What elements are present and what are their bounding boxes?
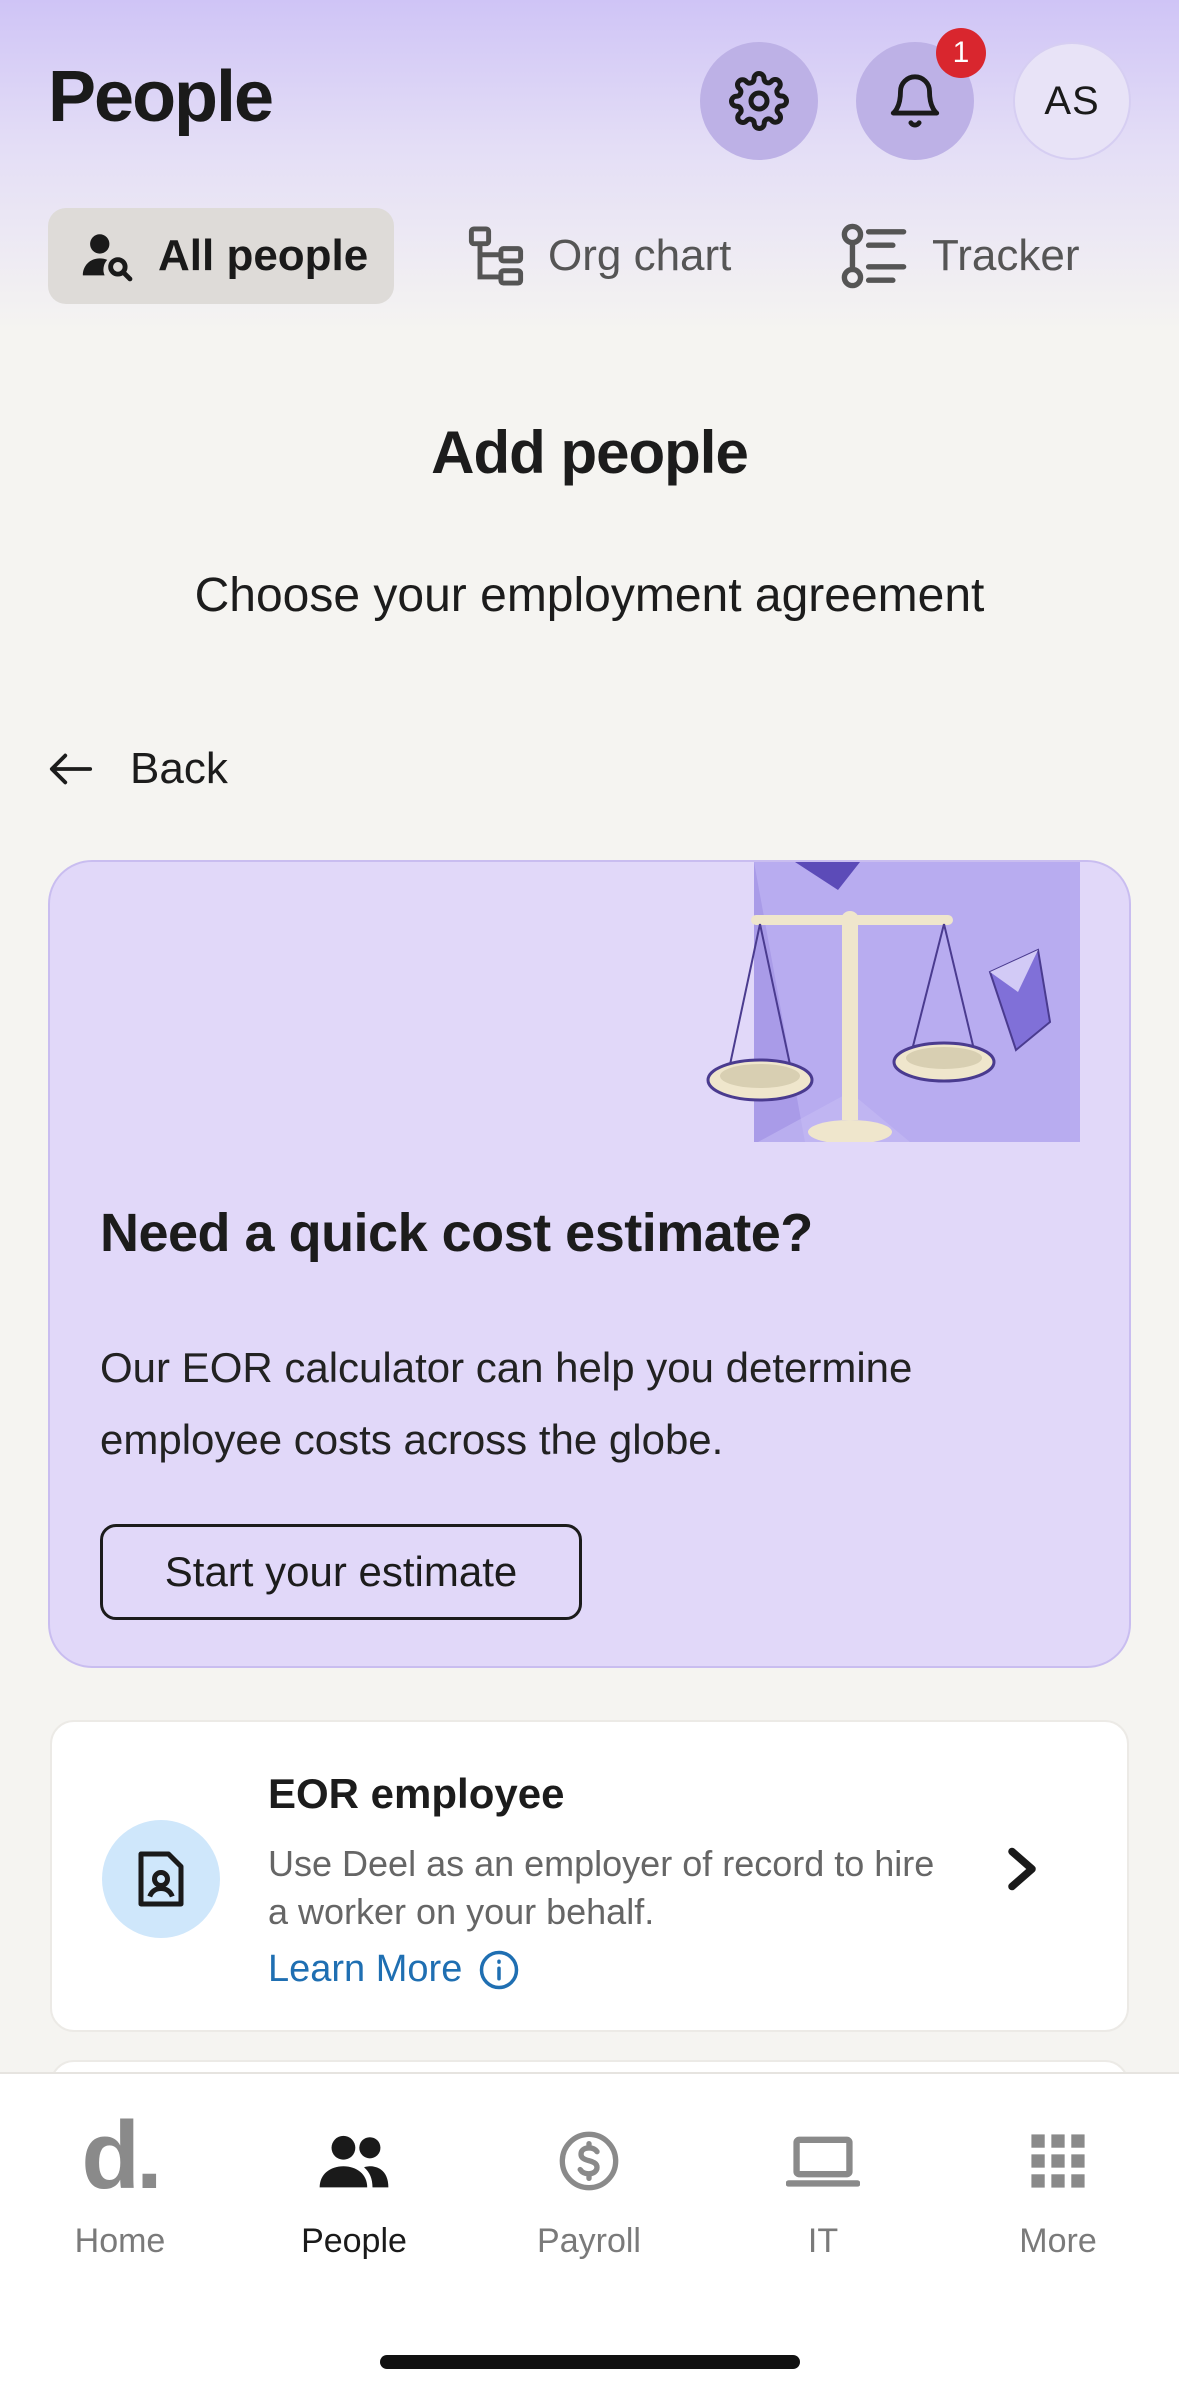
- contract-document-icon: [138, 1851, 184, 1907]
- tab-tracker[interactable]: Tracker: [838, 208, 1080, 304]
- nav-label: IT: [807, 2222, 839, 2260]
- nav-label: Payroll: [537, 2222, 641, 2260]
- nav-label: Home: [74, 2222, 166, 2260]
- tracker-list-icon: [841, 223, 907, 289]
- nav-people[interactable]: People: [254, 2118, 454, 2261]
- info-icon: [480, 1950, 519, 1989]
- people-tabs: All people Org chart Tracker: [48, 208, 1148, 304]
- bottom-navigation: d. Home People Payroll IT More: [0, 2072, 1179, 2396]
- promo-title: Need a quick cost estimate?: [100, 1203, 813, 1263]
- bell-icon: [890, 74, 940, 128]
- learn-more-label: Learn More: [268, 1948, 463, 1990]
- avatar[interactable]: AS: [1013, 42, 1131, 160]
- deel-logo-icon: d.: [81, 2102, 162, 2209]
- promo-body: Our EOR calculator can help you determin…: [100, 1344, 913, 1463]
- back-button[interactable]: Back: [48, 744, 228, 794]
- tab-all-people[interactable]: All people: [48, 208, 395, 304]
- home-indicator[interactable]: [380, 2355, 800, 2369]
- learn-more-link[interactable]: Learn More: [268, 1948, 520, 1991]
- dollar-circle-icon: [559, 2131, 619, 2191]
- nav-it[interactable]: IT: [723, 2118, 923, 2261]
- eor-employee-option[interactable]: EOR employee Use Deel as an employer of …: [50, 1720, 1129, 2032]
- arrow-left-icon: [49, 753, 93, 785]
- tab-org-chart[interactable]: Org chart: [466, 208, 731, 304]
- scales-illustration: [706, 862, 1080, 1142]
- tab-label: All people: [158, 231, 369, 280]
- nav-label: People: [301, 2222, 407, 2260]
- cost-estimate-card: Need a quick cost estimate? Our EOR calc…: [48, 860, 1131, 1668]
- employment-agreement-subtitle: Choose your employment agreement: [194, 569, 985, 622]
- settings-button[interactable]: [700, 42, 818, 160]
- nav-label: More: [1019, 2222, 1097, 2260]
- page-title: People: [48, 57, 274, 137]
- option-description: Use Deel as an employer of record to hir…: [268, 1843, 935, 1932]
- notification-badge: 1: [936, 28, 986, 78]
- start-estimate-button[interactable]: Start your estimate: [100, 1524, 582, 1620]
- gear-icon: [729, 71, 789, 131]
- people-icon: [319, 2135, 389, 2188]
- nav-home[interactable]: d. Home: [20, 2102, 220, 2261]
- option-title: EOR employee: [268, 1770, 565, 1817]
- back-label: Back: [130, 744, 228, 793]
- add-people-heading: Add people: [431, 419, 749, 486]
- user-search-icon: [82, 234, 133, 282]
- option-icon-bubble: [102, 1820, 220, 1938]
- nav-more[interactable]: More: [958, 2118, 1158, 2261]
- chevron-right-icon: [1008, 1847, 1036, 1891]
- laptop-icon: [786, 2136, 860, 2187]
- tab-label: Org chart: [548, 231, 732, 280]
- tab-label: Tracker: [932, 231, 1080, 280]
- nav-payroll[interactable]: Payroll: [489, 2118, 689, 2261]
- org-chart-icon: [468, 226, 524, 286]
- grid-icon: [1031, 2134, 1085, 2188]
